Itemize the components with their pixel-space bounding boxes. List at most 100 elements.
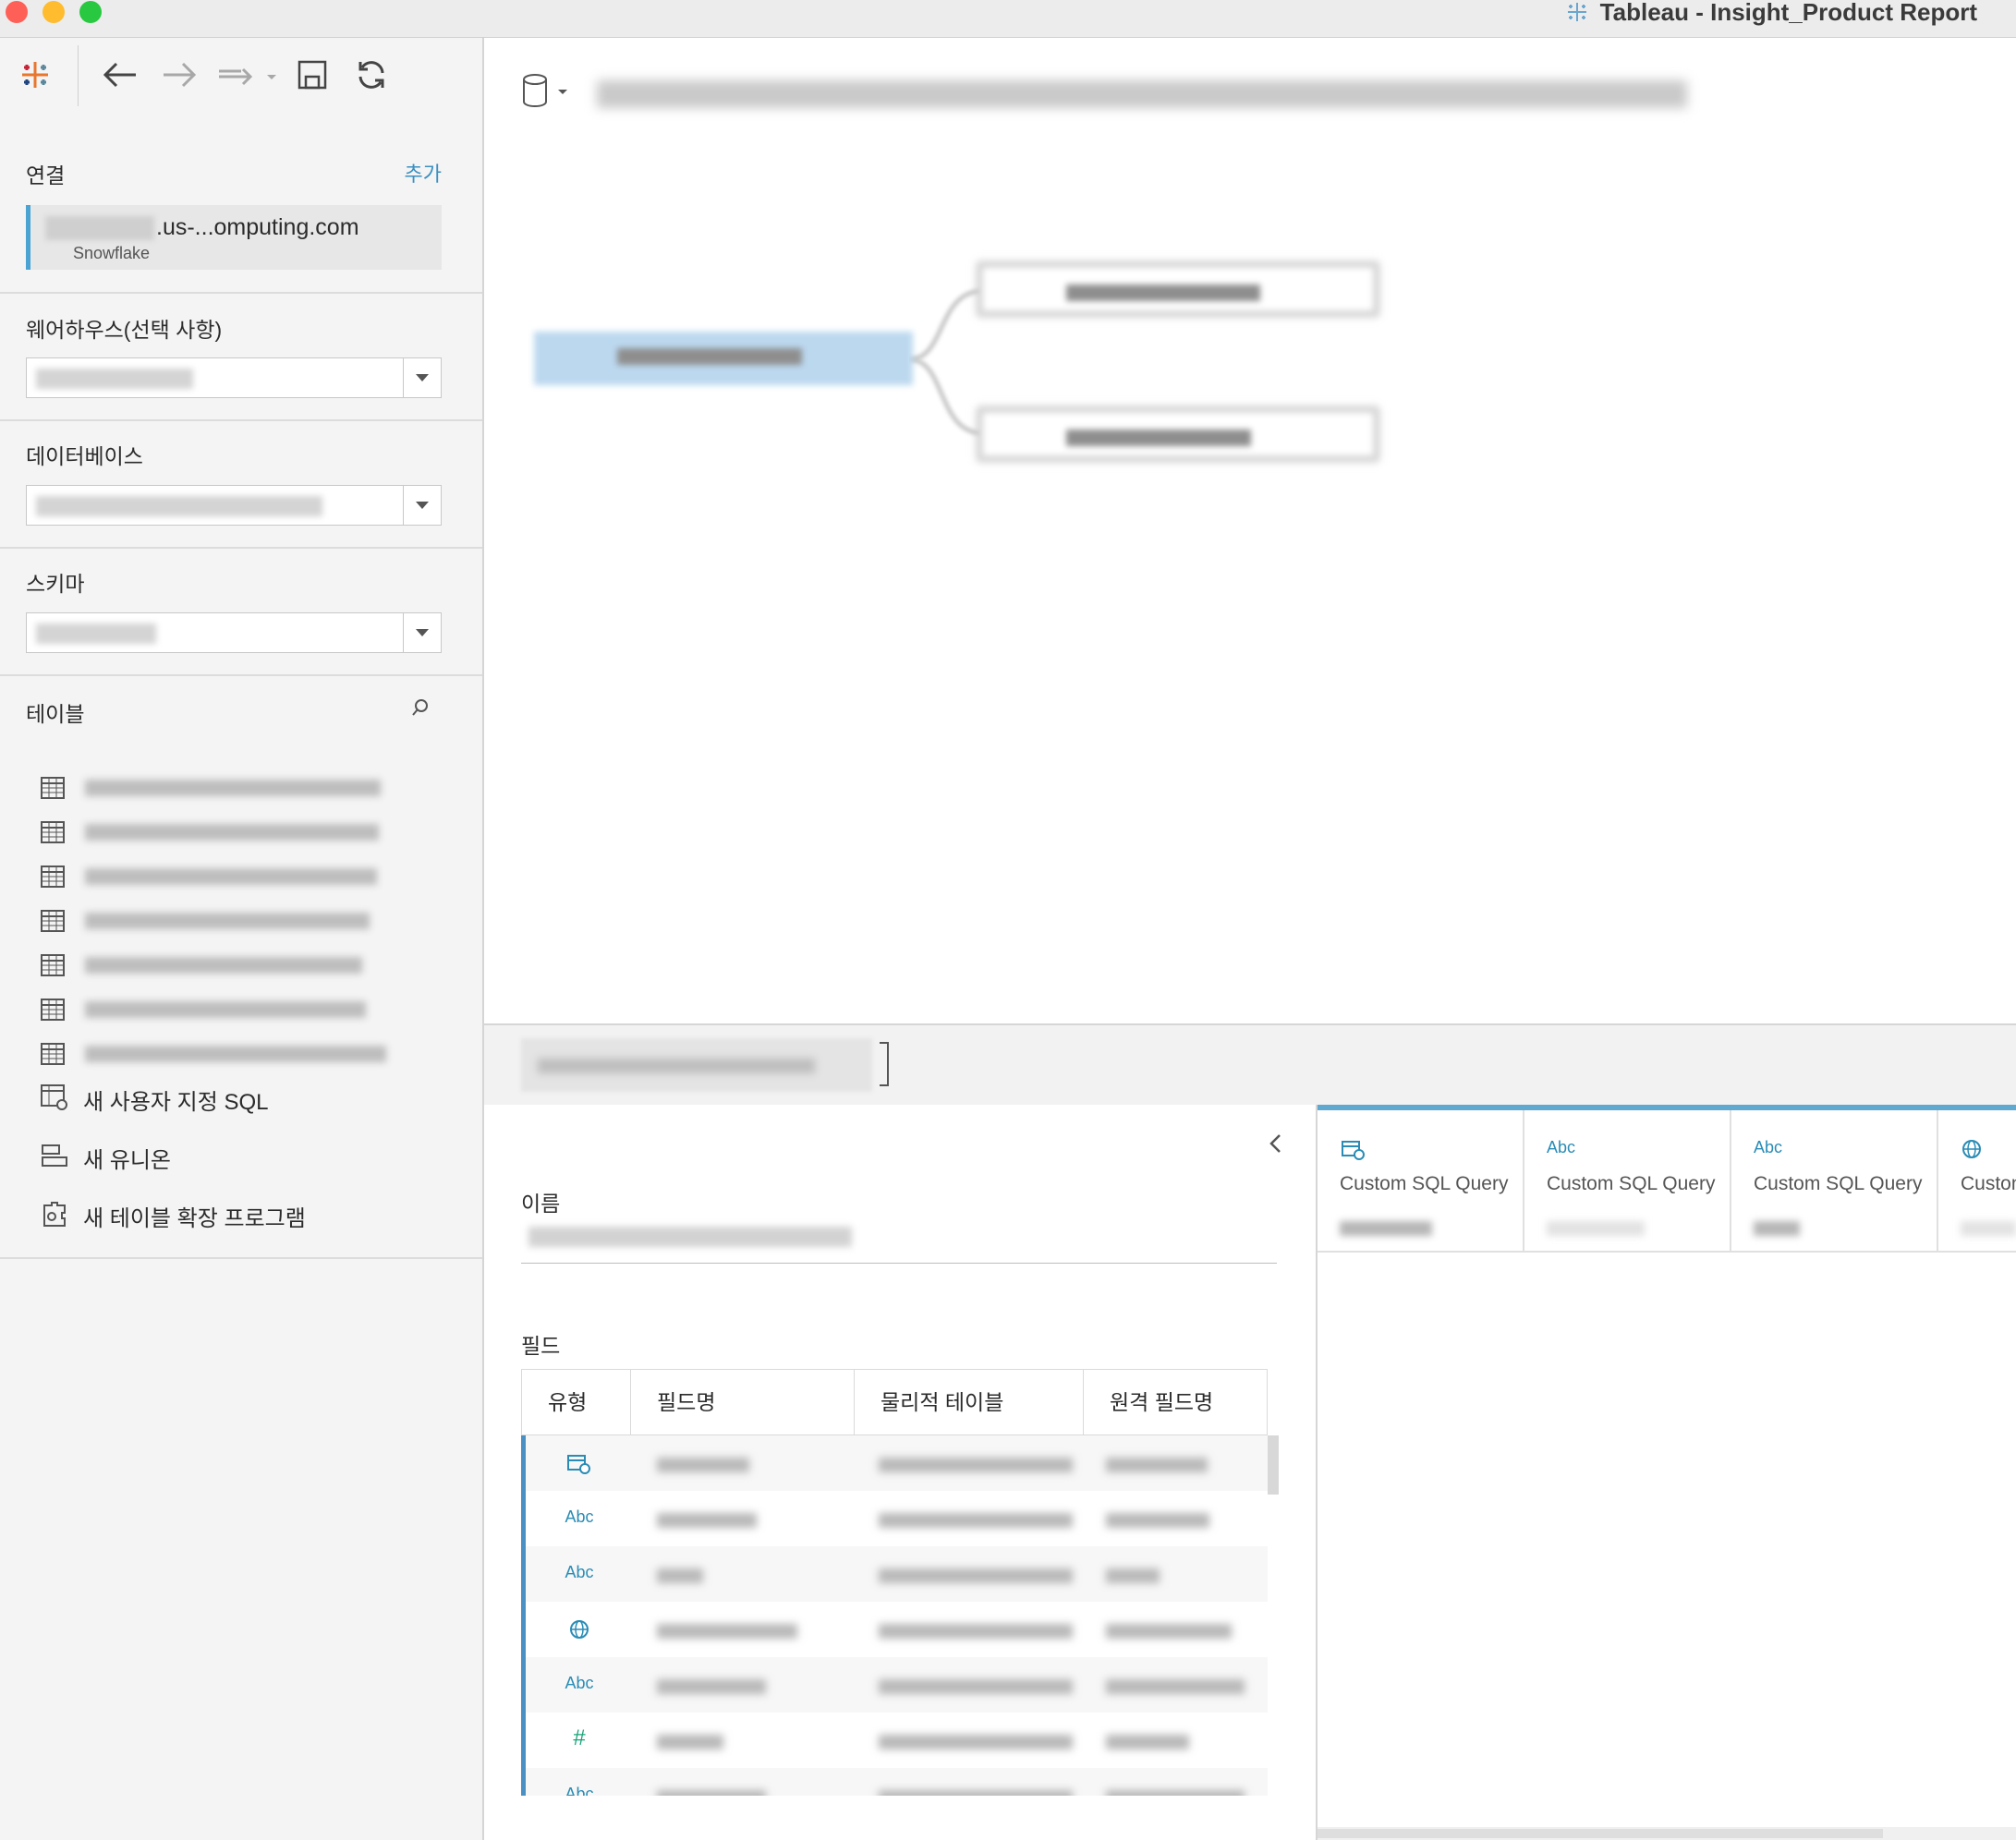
schema-value-redacted xyxy=(36,623,156,644)
string-type-icon[interactable]: Abc xyxy=(553,1674,605,1693)
tableau-home-icon[interactable] xyxy=(15,54,55,95)
grid-column-source: Custom SQL Query xyxy=(1961,1173,2016,1194)
globe-type-icon[interactable] xyxy=(1961,1138,1983,1165)
refresh-icon[interactable] xyxy=(351,54,392,95)
warehouse-label: 웨어하우스(선택 사항) xyxy=(26,318,223,342)
table-grid-icon xyxy=(41,999,65,1021)
table-grid-icon xyxy=(41,777,65,799)
close-window-button[interactable] xyxy=(6,1,28,23)
database-label: 데이터베이스 xyxy=(26,444,143,468)
column-header-field-name[interactable]: 필드명 xyxy=(631,1370,855,1434)
table-grid-icon xyxy=(41,910,65,932)
table-name-redacted xyxy=(85,957,362,974)
table-name-redacted xyxy=(85,824,379,841)
selected-table-tab[interactable] xyxy=(521,1038,872,1092)
globe-type-icon[interactable] xyxy=(553,1618,605,1645)
table-item[interactable] xyxy=(41,818,392,846)
name-underline xyxy=(521,1263,1277,1264)
data-grid-panel: Custom SQL Query Abc Custom SQL Query Ab… xyxy=(1316,1105,2016,1840)
title-bar: Tableau - Insight_Product Report xyxy=(0,0,2016,38)
new-table-extension-label: 새 테이블 확장 프로그램 xyxy=(83,1206,306,1231)
grid-horizontal-scrollbar[interactable] xyxy=(1318,1827,2016,1840)
union-icon xyxy=(42,1144,67,1167)
table-item[interactable] xyxy=(41,774,392,802)
grid-column[interactable]: Abc Custom SQL Query xyxy=(1731,1110,1938,1251)
new-union-label: 새 유니온 xyxy=(83,1148,171,1173)
warehouse-select[interactable] xyxy=(26,357,442,398)
datetime-type-icon[interactable] xyxy=(553,1452,605,1481)
custom-sql-icon xyxy=(41,1084,67,1110)
connection-host-redacted xyxy=(45,216,154,241)
table-item[interactable] xyxy=(41,951,392,979)
fields-scrollbar[interactable] xyxy=(1268,1435,1279,1495)
datetime-type-icon[interactable] xyxy=(1340,1138,1367,1167)
table-row[interactable]: Abc xyxy=(521,1657,1268,1713)
table-row[interactable]: Abc xyxy=(521,1768,1268,1796)
data-source-canvas[interactable] xyxy=(484,38,2016,1023)
string-type-icon[interactable]: Abc xyxy=(553,1785,605,1796)
chevron-down-icon[interactable] xyxy=(403,613,441,652)
joined-table-node[interactable] xyxy=(978,407,1378,461)
minimize-window-button[interactable] xyxy=(43,1,65,23)
table-tab-strip xyxy=(484,1023,2016,1107)
number-type-icon[interactable]: # xyxy=(553,1725,605,1751)
column-header-remote-field-name[interactable]: 원격 필드명 xyxy=(1084,1370,1267,1434)
string-type-icon[interactable]: Abc xyxy=(553,1507,605,1527)
string-type-icon[interactable]: Abc xyxy=(553,1563,605,1582)
name-value-redacted[interactable] xyxy=(528,1227,852,1247)
table-row[interactable] xyxy=(521,1435,1268,1491)
primary-table-node[interactable] xyxy=(534,332,913,385)
column-header-physical-table[interactable]: 물리적 테이블 xyxy=(855,1370,1084,1434)
connection-label: 연결 xyxy=(26,163,66,188)
new-custom-sql-label: 새 사용자 지정 SQL xyxy=(83,1090,269,1115)
table-row[interactable] xyxy=(521,1602,1268,1657)
table-grid-icon xyxy=(41,866,65,888)
metadata-panel: 이름 필드 유형 필드명 물리적 테이블 원격 필드명 Abc Abc Abc … xyxy=(484,1105,1316,1840)
joined-table-node[interactable] xyxy=(978,262,1378,316)
data-source-cylinder-icon[interactable] xyxy=(521,73,571,115)
string-type-icon[interactable]: Abc xyxy=(1754,1138,1782,1157)
table-item[interactable] xyxy=(41,863,392,890)
string-type-icon[interactable]: Abc xyxy=(1547,1138,1575,1157)
table-search-icon[interactable] xyxy=(410,697,431,722)
table-grid-icon xyxy=(41,1043,65,1065)
collapse-panel-chevron-left-icon[interactable] xyxy=(1268,1132,1282,1161)
grid-column[interactable]: Custom SQL Query xyxy=(1318,1110,1524,1251)
name-label: 이름 xyxy=(521,1192,561,1216)
tableau-logo-icon xyxy=(1567,3,1586,21)
chevron-down-icon[interactable] xyxy=(403,358,441,397)
window-title: Tableau - Insight_Product Report xyxy=(1565,0,1977,24)
table-row[interactable]: Abc xyxy=(521,1491,1268,1546)
database-value-redacted xyxy=(36,496,322,516)
database-select[interactable] xyxy=(26,485,442,526)
tab-edge xyxy=(880,1042,889,1086)
table-name-redacted xyxy=(85,868,377,885)
grid-column-name-redacted xyxy=(1547,1221,1645,1236)
column-header-type[interactable]: 유형 xyxy=(522,1370,631,1434)
divider xyxy=(0,292,482,294)
grid-column-source: Custom SQL Query xyxy=(1340,1173,1509,1194)
chevron-down-icon[interactable] xyxy=(403,486,441,525)
connection-host-text: .us-...omputing.com xyxy=(156,214,359,240)
table-item[interactable] xyxy=(41,1040,392,1068)
table-grid-icon xyxy=(41,821,65,843)
grid-column[interactable]: Custom SQL Query xyxy=(1938,1110,2016,1251)
table-item[interactable] xyxy=(41,996,392,1023)
snowflake-connection[interactable]: .us-...omputing.com Snowflake xyxy=(26,205,442,270)
zoom-window-button[interactable] xyxy=(79,1,102,23)
redo-dropdown-icon[interactable] xyxy=(214,54,281,95)
forward-arrow-icon[interactable] xyxy=(159,54,200,95)
table-row[interactable]: # xyxy=(521,1713,1268,1768)
table-name-redacted xyxy=(85,1046,386,1062)
grid-column[interactable]: Abc Custom SQL Query xyxy=(1524,1110,1731,1251)
grid-column-name-redacted xyxy=(1961,1221,2016,1236)
grid-column-name-redacted xyxy=(1754,1221,1800,1236)
table-item[interactable] xyxy=(41,907,392,935)
divider xyxy=(0,674,482,676)
schema-select[interactable] xyxy=(26,612,442,653)
back-arrow-icon[interactable] xyxy=(100,54,140,95)
add-connection-link[interactable]: 추가 xyxy=(405,158,442,188)
save-icon[interactable] xyxy=(292,54,333,95)
table-row[interactable]: Abc xyxy=(521,1546,1268,1602)
scrollbar-thumb[interactable] xyxy=(1318,1829,1883,1838)
